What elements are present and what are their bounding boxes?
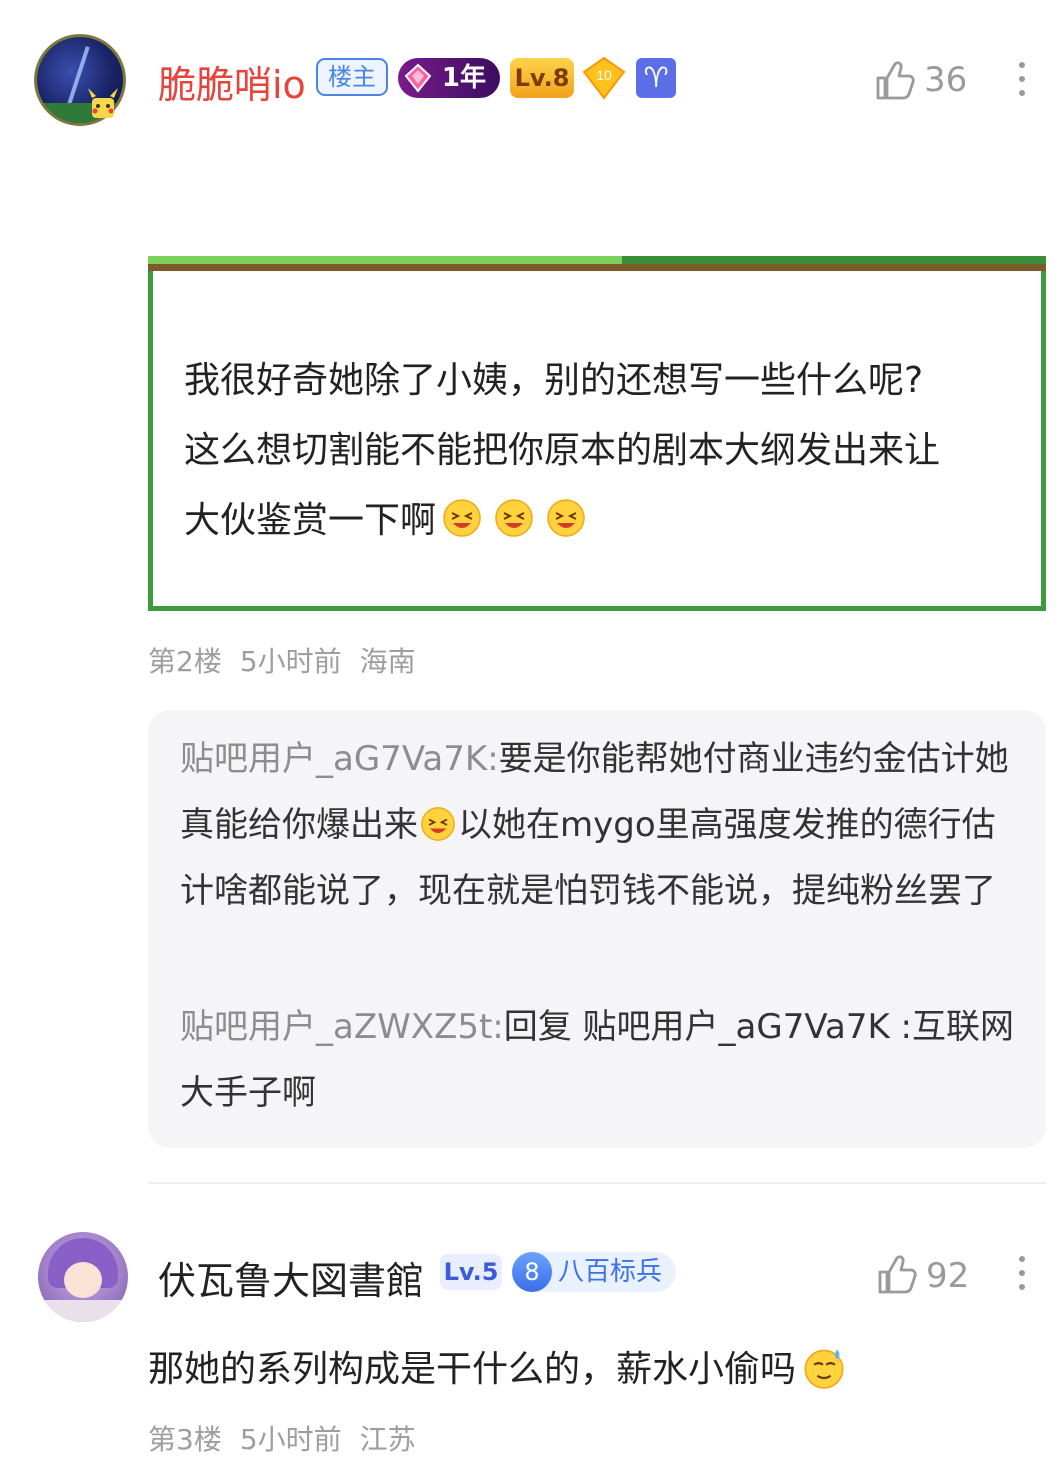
rank-title: 八百标兵 — [558, 1257, 663, 1287]
laughing-emoji-icon — [495, 499, 533, 537]
owner-badge: 楼主 — [316, 58, 388, 96]
aries-icon[interactable]: ♈ — [636, 58, 676, 98]
pikachu-sticker-icon — [88, 88, 118, 118]
laughing-emoji-icon — [547, 499, 585, 537]
reply-username[interactable]: 贴吧用户_aZWXZ5t: — [180, 1007, 504, 1047]
post-line: 我很好奇她除了小姨，别的还想写一些什么呢? — [184, 360, 924, 401]
membership-year-badge[interactable]: 1年 — [398, 58, 500, 98]
fan-level-value: 10 — [596, 67, 612, 83]
reply-username[interactable]: 贴吧用户_aG7Va7K: — [180, 739, 499, 779]
quote-top-border-dark — [622, 256, 1046, 264]
post-line: 大伙鉴赏一下啊 — [184, 486, 1024, 556]
comment-text: 那她的系列构成是干什么的，薪水小偷吗 — [148, 1349, 797, 1390]
post-location: 海南 — [359, 645, 416, 678]
avatar[interactable] — [38, 1232, 128, 1322]
post-body: 那她的系列构成是干什么的，薪水小偷吗 — [148, 1342, 1048, 1398]
more-options-icon[interactable] — [1012, 62, 1032, 102]
post-location: 江苏 — [359, 1423, 416, 1456]
post-time: 5小时前 — [239, 645, 342, 678]
like-count: 36 — [924, 60, 968, 100]
more-options-icon[interactable] — [1012, 1256, 1032, 1296]
username[interactable]: 伏瓦鲁大図書館 — [158, 1250, 424, 1305]
post-meta: 第3楼 5小时前 江苏 — [148, 1418, 434, 1458]
rank-badge[interactable]: 8 八百标兵 — [512, 1252, 676, 1292]
quote-top-border — [148, 256, 622, 264]
gem-icon — [404, 63, 432, 93]
quote-top-soil — [148, 264, 1046, 271]
laughing-emoji-icon — [421, 807, 455, 841]
reply-item[interactable]: 贴吧用户_aZWXZ5t:回复 贴吧用户_aG7Va7K :互联网大手子啊 — [180, 994, 1020, 1126]
divider — [148, 1182, 1046, 1184]
like-count: 92 — [926, 1256, 970, 1296]
post-time: 5小时前 — [239, 1423, 342, 1456]
sweat-smile-emoji-icon — [804, 1349, 844, 1389]
membership-year-label: 1年 — [441, 63, 486, 93]
post-body: 我很好奇她除了小姨，别的还想写一些什么呢? 这么想切割能不能把你原本的剧本大纲发… — [184, 346, 1024, 556]
thumbs-up-icon[interactable] — [872, 58, 916, 102]
post-line: 这么想切割能不能把你原本的剧本大纲发出来让 — [184, 430, 941, 471]
level-badge[interactable]: Lv.8 — [510, 58, 574, 98]
floor-label: 第2楼 — [148, 645, 222, 678]
level-badge[interactable]: Lv.5 — [440, 1254, 502, 1290]
thumbs-up-icon[interactable] — [874, 1252, 918, 1296]
rank-number: 8 — [512, 1252, 552, 1292]
fan-level-badge[interactable]: 10 — [582, 56, 626, 100]
laughing-emoji-icon — [443, 499, 481, 537]
username[interactable]: 脆脆哨io — [158, 54, 306, 109]
reply-item[interactable]: 贴吧用户_aG7Va7K:要是你能帮她付商业违约金估计她真能给你爆出来 以她在my… — [180, 726, 1020, 924]
post-meta: 第2楼 5小时前 海南 — [148, 640, 434, 680]
floor-label: 第3楼 — [148, 1423, 222, 1456]
